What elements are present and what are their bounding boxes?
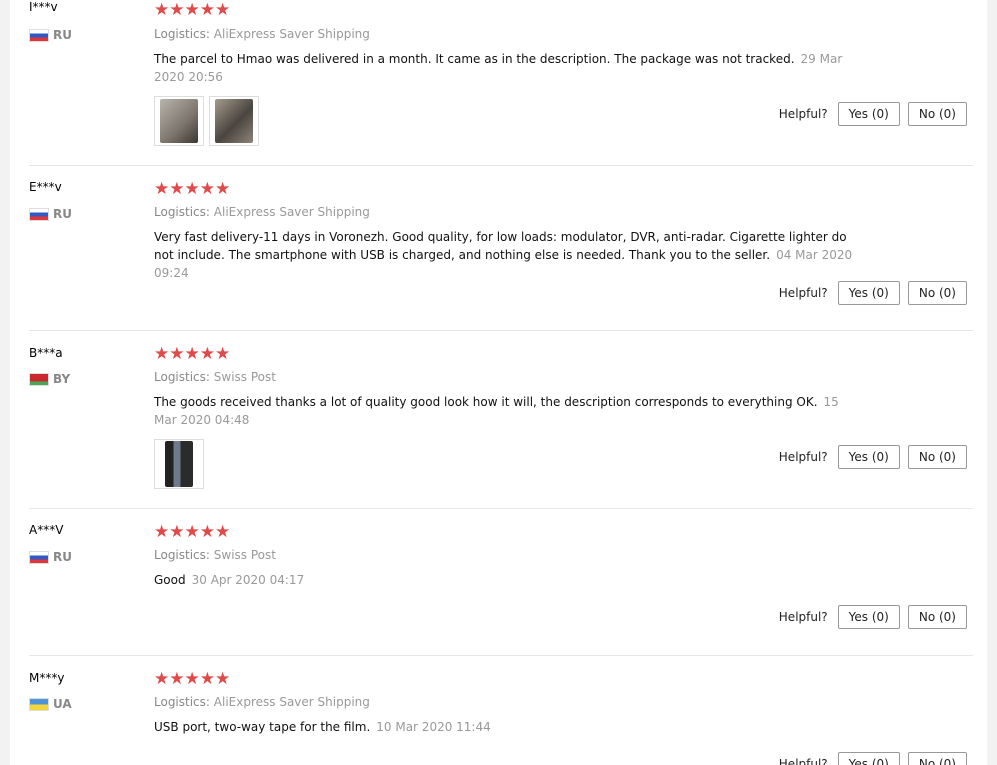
review-text: Very fast delivery-11 days in Voronezh. …	[154, 228, 864, 282]
country-code: RU	[53, 207, 72, 221]
reviewer-name: B***a	[29, 346, 63, 360]
logistics-info: Logistics: AliExpress Saver Shipping	[154, 205, 370, 219]
reviewer-name: I***v	[29, 0, 58, 14]
belarus-flag-icon	[29, 372, 49, 386]
country-code: UA	[53, 697, 72, 711]
logistics-value: AliExpress Saver Shipping	[213, 205, 370, 219]
ukraine-flag-icon	[29, 697, 49, 711]
country-code: RU	[53, 550, 72, 564]
review-text: USB port, two-way tape for the film. 10 M…	[154, 718, 864, 736]
helpful-yes-button[interactable]: Yes (0)	[837, 752, 900, 765]
helpful-no-button[interactable]: No (0)	[907, 445, 967, 469]
star-rating: ★★★★★	[154, 522, 231, 542]
logistics-info: Logistics: Swiss Post	[154, 370, 276, 384]
logistics-label: Logistics:	[154, 548, 210, 562]
reviewer-country: UA	[29, 697, 72, 711]
reviewer-country: RU	[29, 550, 72, 564]
logistics-value: Swiss Post	[213, 548, 276, 562]
helpful-label: Helpful?	[778, 610, 828, 624]
photo-image	[165, 441, 193, 487]
review-body: Good	[154, 573, 186, 587]
russia-flag-icon	[29, 28, 49, 42]
country-code: RU	[53, 28, 72, 42]
review-text: Good 30 Apr 2020 04:17	[154, 571, 864, 589]
helpful-vote: Helpful? Yes (0) No (0)	[779, 445, 967, 469]
logistics-label: Logistics:	[154, 205, 210, 219]
logistics-value: AliExpress Saver Shipping	[213, 695, 370, 709]
helpful-vote: Helpful? Yes (0) No (0)	[779, 752, 967, 765]
review-body: The parcel to Hmao was delivered in a mo…	[154, 52, 795, 66]
helpful-vote: Helpful? Yes (0) No (0)	[779, 281, 967, 305]
helpful-yes-button[interactable]: Yes (0)	[837, 605, 900, 629]
review-body: USB port, two-way tape for the film.	[154, 720, 371, 734]
review-photos	[154, 96, 259, 146]
helpful-vote: Helpful? Yes (0) No (0)	[779, 102, 967, 126]
review-body: The goods received thanks a lot of quali…	[154, 395, 818, 409]
star-rating: ★★★★★	[154, 669, 231, 689]
helpful-vote: Helpful? Yes (0) No (0)	[779, 605, 967, 629]
reviewer-country: BY	[29, 372, 70, 386]
review-item: B***a BY ★★★★★ Logistics: Swiss Post The…	[29, 331, 973, 509]
logistics-value: Swiss Post	[213, 370, 276, 384]
reviews-panel: I***v RU ★★★★★ Logistics: AliExpress Sav…	[10, 0, 987, 765]
helpful-label: Helpful?	[778, 107, 828, 121]
helpful-no-button[interactable]: No (0)	[907, 605, 967, 629]
helpful-yes-button[interactable]: Yes (0)	[837, 102, 900, 126]
star-rating: ★★★★★	[154, 344, 231, 364]
review-item: M***y UA ★★★★★ Logistics: AliExpress Sav…	[29, 656, 973, 765]
logistics-info: Logistics: Swiss Post	[154, 548, 276, 562]
review-photo-thumbnail[interactable]	[154, 439, 204, 489]
reviewer-country: RU	[29, 207, 72, 221]
reviewer-country: RU	[29, 28, 72, 42]
review-photo-thumbnail[interactable]	[154, 96, 204, 146]
helpful-label: Helpful?	[778, 286, 828, 300]
logistics-label: Logistics:	[154, 27, 210, 41]
helpful-label: Helpful?	[778, 757, 828, 765]
helpful-yes-button[interactable]: Yes (0)	[837, 445, 900, 469]
helpful-yes-button[interactable]: Yes (0)	[837, 281, 900, 305]
review-photos	[154, 439, 204, 489]
logistics-info: Logistics: AliExpress Saver Shipping	[154, 27, 370, 41]
country-code: BY	[53, 372, 71, 386]
logistics-label: Logistics:	[154, 370, 210, 384]
logistics-label: Logistics:	[154, 695, 210, 709]
photo-image	[160, 99, 198, 143]
helpful-no-button[interactable]: No (0)	[907, 752, 967, 765]
star-rating: ★★★★★	[154, 179, 231, 199]
star-rating: ★★★★★	[154, 0, 231, 20]
review-body: Very fast delivery-11 days in Voronezh. …	[154, 230, 847, 262]
russia-flag-icon	[29, 550, 49, 564]
logistics-info: Logistics: AliExpress Saver Shipping	[154, 695, 370, 709]
logistics-value: AliExpress Saver Shipping	[213, 27, 370, 41]
review-photo-thumbnail[interactable]	[209, 96, 259, 146]
review-text: The goods received thanks a lot of quali…	[154, 393, 864, 429]
review-item: A***V RU ★★★★★ Logistics: Swiss Post Goo…	[29, 509, 973, 656]
review-item: E***v RU ★★★★★ Logistics: AliExpress Sav…	[29, 165, 973, 331]
reviewer-name: E***v	[29, 180, 62, 194]
review-date: 30 Apr 2020 04:17	[191, 573, 305, 587]
review-date: 10 Mar 2020 11:44	[376, 720, 491, 734]
helpful-no-button[interactable]: No (0)	[907, 281, 967, 305]
review-text: The parcel to Hmao was delivered in a mo…	[154, 50, 864, 86]
helpful-label: Helpful?	[778, 450, 828, 464]
review-item: I***v RU ★★★★★ Logistics: AliExpress Sav…	[29, 0, 973, 166]
reviewer-name: A***V	[29, 523, 64, 537]
reviewer-name: M***y	[29, 671, 65, 685]
russia-flag-icon	[29, 207, 49, 221]
photo-image	[215, 99, 253, 143]
helpful-no-button[interactable]: No (0)	[907, 102, 967, 126]
